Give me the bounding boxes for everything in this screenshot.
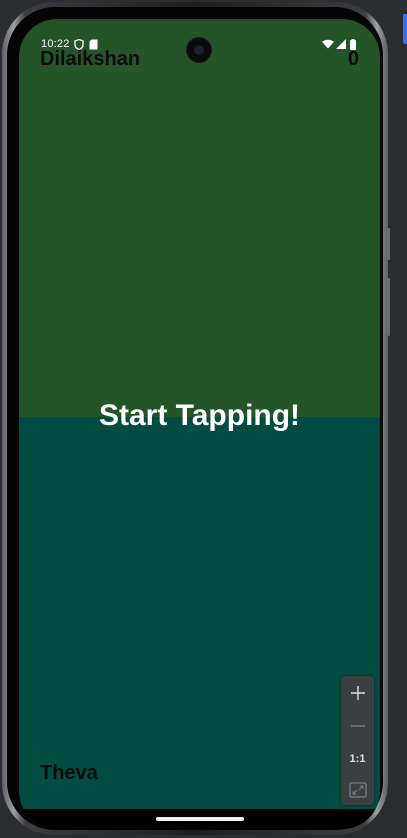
zoom-in-button[interactable] [341, 678, 374, 708]
front-camera [187, 38, 211, 62]
device-screen[interactable]: 10:22 Dilaikshan 0 Start Tapping! Theva [19, 19, 380, 829]
home-gesture-handle[interactable] [156, 817, 244, 821]
fit-screen-icon [348, 782, 367, 798]
zoom-controls: 1:1 [341, 676, 374, 805]
ide-side-strip [389, 0, 407, 838]
cell-signal-icon [336, 39, 346, 49]
top-player-name: Dilaikshan [40, 48, 141, 70]
volume-down-key[interactable] [387, 278, 390, 336]
plus-icon [350, 686, 365, 700]
emulator-stage: 10:22 Dilaikshan 0 Start Tapping! Theva … [0, 0, 407, 838]
minus-icon [350, 725, 365, 727]
top-player-tap-area[interactable] [19, 19, 380, 417]
actual-size-button[interactable]: 1:1 [341, 744, 374, 774]
bottom-player-name: Theva [40, 762, 98, 784]
phone-bezel: 10:22 Dilaikshan 0 Start Tapping! Theva [7, 7, 383, 830]
fit-screen-button[interactable] [341, 775, 374, 805]
bottom-player-tap-area[interactable] [19, 417, 380, 809]
phone-frame: 10:22 Dilaikshan 0 Start Tapping! Theva [2, 2, 388, 835]
start-tapping-message: Start Tapping! [98, 399, 301, 432]
top-player-score: 0 [347, 48, 359, 70]
volume-up-key[interactable] [387, 228, 390, 260]
wifi-icon [322, 39, 334, 49]
actual-size-label: 1:1 [349, 753, 366, 765]
zoom-out-button[interactable] [341, 711, 374, 741]
ide-selected-tab[interactable] [403, 14, 407, 44]
